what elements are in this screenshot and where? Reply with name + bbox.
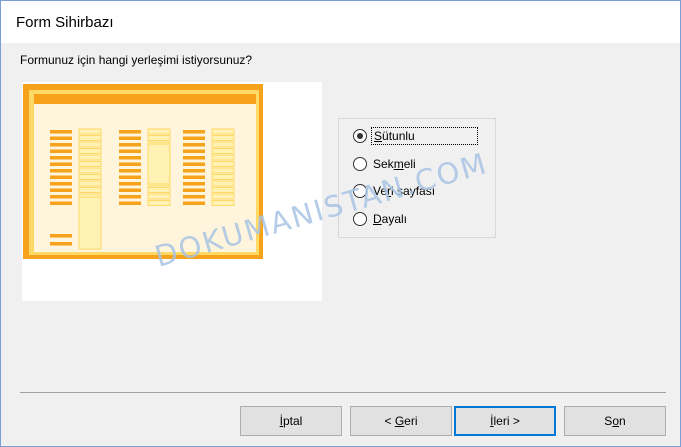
preview-label [183, 136, 205, 140]
preview-field [78, 135, 102, 141]
preview-label [119, 195, 141, 199]
preview-field [211, 193, 235, 200]
preview-label [50, 182, 72, 186]
preview-field [211, 174, 235, 180]
radio-button[interactable] [353, 212, 367, 226]
window-title: Form Sihirbazı [16, 14, 114, 31]
option-justified[interactable]: Dayalı [353, 210, 409, 228]
preview-field [211, 180, 235, 187]
preview-field [211, 128, 235, 135]
preview-field [78, 180, 102, 187]
preview-field [147, 187, 171, 193]
preview-label [183, 201, 205, 205]
option-columnar-label: Sütunlu [371, 127, 478, 145]
preview-label [119, 136, 141, 140]
preview-label [119, 162, 141, 166]
preview-label [50, 242, 72, 246]
preview-label [50, 175, 72, 179]
preview-label [50, 149, 72, 153]
preview-label [183, 156, 205, 160]
preview-label [183, 182, 205, 186]
preview-label [50, 143, 72, 147]
title-bar: Form Sihirbazı [1, 1, 680, 43]
preview-field [78, 148, 102, 154]
preview-label [183, 130, 205, 134]
preview-field [147, 135, 171, 141]
preview-field [211, 187, 235, 193]
preview-label [119, 149, 141, 153]
option-datasheet-label: Veri sayfası [373, 184, 436, 198]
preview-field [147, 193, 171, 200]
preview-label [183, 162, 205, 166]
preview-label [119, 143, 141, 147]
finish-button[interactable]: Son [564, 406, 666, 436]
option-datasheet[interactable]: Veri sayfası [353, 182, 437, 200]
preview-label [50, 169, 72, 173]
layout-preview-image [23, 84, 263, 259]
back-button[interactable]: < Geri [350, 406, 452, 436]
option-columnar[interactable]: Sütunlu [353, 127, 478, 145]
preview-label [119, 169, 141, 173]
preview-label [50, 162, 72, 166]
form-wizard-window: Form Sihirbazı Formunuz için hangi yerle… [0, 0, 681, 447]
preview-label [119, 175, 141, 179]
preview-field [211, 154, 235, 161]
preview-field [78, 174, 102, 180]
preview-label [50, 136, 72, 140]
preview-label [50, 195, 72, 199]
option-tabular-label: Sekmeli [373, 157, 416, 171]
preview-field [147, 128, 171, 135]
preview-label [183, 195, 205, 199]
cancel-button[interactable]: İptal [240, 406, 342, 436]
preview-label [119, 182, 141, 186]
layout-options-group: Sütunlu Sekmeli Veri sayfası Dayalı [338, 118, 496, 238]
preview-label [183, 175, 205, 179]
preview-field [211, 135, 235, 141]
option-tabular[interactable]: Sekmeli [353, 155, 418, 173]
preview-field [78, 187, 102, 193]
preview-label [50, 201, 72, 205]
preview-field [78, 141, 102, 148]
preview-label [119, 188, 141, 192]
preview-field [211, 200, 235, 206]
preview-label [50, 234, 72, 238]
preview-label [50, 188, 72, 192]
separator-line [20, 392, 666, 393]
radio-button[interactable] [353, 157, 367, 171]
radio-button[interactable] [353, 129, 367, 143]
preview-field [78, 161, 102, 167]
preview-field [78, 167, 102, 174]
layout-preview [22, 82, 322, 301]
radio-button[interactable] [353, 184, 367, 198]
preview-label [119, 130, 141, 134]
preview-memo-field [78, 196, 102, 250]
preview-field [78, 154, 102, 161]
preview-label [119, 156, 141, 160]
preview-field [211, 141, 235, 148]
preview-label [183, 149, 205, 153]
option-justified-label: Dayalı [373, 212, 408, 226]
preview-field [211, 161, 235, 167]
preview-memo-field [147, 143, 171, 185]
preview-label [183, 188, 205, 192]
preview-label [50, 156, 72, 160]
preview-field [78, 128, 102, 135]
layout-question: Formunuz için hangi yerleşimi istiyorsun… [20, 53, 253, 67]
preview-label [50, 130, 72, 134]
preview-label [119, 201, 141, 205]
next-button[interactable]: İleri > [454, 406, 556, 436]
preview-label [183, 169, 205, 173]
preview-label [183, 143, 205, 147]
preview-header-bar [34, 94, 256, 104]
preview-field [211, 148, 235, 154]
radio-selected-dot [357, 133, 363, 139]
preview-field [147, 200, 171, 206]
preview-field [211, 167, 235, 174]
